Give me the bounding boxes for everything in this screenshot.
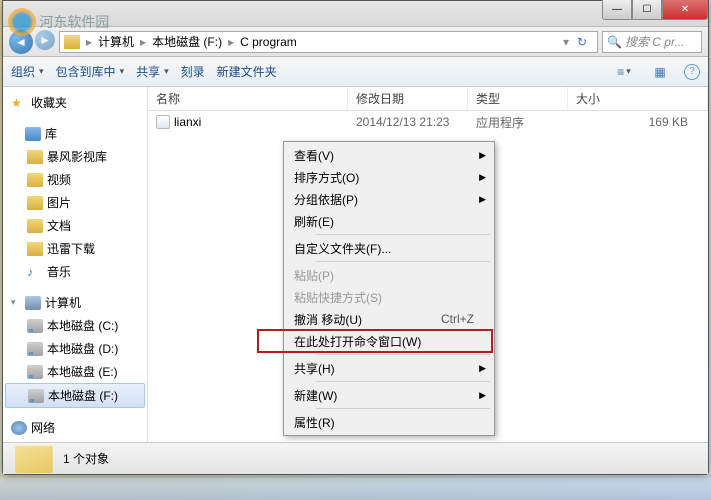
- cm-share[interactable]: 共享(H)▶: [258, 357, 492, 379]
- menu-separator: [316, 234, 490, 235]
- breadcrumb-separator: ▸: [138, 35, 148, 49]
- libraries-label: 库: [45, 125, 57, 142]
- computer-label: 计算机: [45, 294, 81, 311]
- drive-icon: [27, 319, 43, 333]
- sidebar-item-video[interactable]: 视频: [3, 168, 147, 191]
- cm-group[interactable]: 分组依据(P)▶: [258, 188, 492, 210]
- taskbar: [0, 478, 711, 500]
- cm-undo[interactable]: 撤消 移动(U)Ctrl+Z: [258, 308, 492, 330]
- share-button[interactable]: 共享: [136, 63, 169, 80]
- cm-refresh[interactable]: 刷新(E): [258, 210, 492, 232]
- submenu-arrow-icon: ▶: [479, 363, 486, 374]
- watermark-logo-icon: [8, 8, 36, 36]
- cm-view[interactable]: 查看(V)▶: [258, 144, 492, 166]
- sidebar-drive-f[interactable]: 本地磁盘 (F:): [5, 383, 145, 408]
- cm-paste-shortcut: 粘贴快捷方式(S): [258, 286, 492, 308]
- menu-separator: [316, 408, 490, 409]
- shortcut-text: Ctrl+Z: [441, 312, 474, 326]
- context-menu: 查看(V)▶ 排序方式(O)▶ 分组依据(P)▶ 刷新(E) 自定义文件夹(F)…: [283, 141, 495, 436]
- column-type[interactable]: 类型: [468, 87, 568, 110]
- watermark-text: 河东软件园: [39, 14, 109, 30]
- breadcrumb[interactable]: ▸ 计算机 ▸ 本地磁盘 (F:) ▸ C program ▾ ↻: [59, 31, 598, 53]
- library-icon: [25, 127, 41, 141]
- video-icon: [27, 173, 43, 187]
- sidebar-drive-e[interactable]: 本地磁盘 (E:): [3, 360, 147, 383]
- minimize-button[interactable]: —: [602, 0, 632, 20]
- pictures-icon: [27, 196, 43, 210]
- menu-separator: [316, 381, 490, 382]
- breadcrumb-segment[interactable]: 本地磁盘 (F:): [148, 33, 226, 50]
- drive-icon: [27, 342, 43, 356]
- favorites-header[interactable]: ★ 收藏夹: [3, 91, 147, 114]
- column-date[interactable]: 修改日期: [348, 87, 468, 110]
- new-folder-button[interactable]: 新建文件夹: [217, 63, 277, 80]
- file-name: lianxi: [174, 115, 201, 129]
- exe-icon: [156, 115, 170, 129]
- file-size: 169 KB: [568, 115, 708, 129]
- documents-icon: [27, 219, 43, 233]
- navigation-pane: ★ 收藏夹 库 暴风影视库 视频 图片 文档 迅雷下载 ♪音乐 ▾: [3, 87, 148, 442]
- music-icon: ♪: [27, 265, 43, 279]
- include-library-button[interactable]: 包含到库中: [56, 63, 125, 80]
- chevron-down-icon: ▾: [11, 297, 21, 308]
- folder-icon: [27, 150, 43, 164]
- cm-paste: 粘贴(P): [258, 264, 492, 286]
- submenu-arrow-icon: ▶: [479, 150, 486, 161]
- cm-customize[interactable]: 自定义文件夹(F)...: [258, 237, 492, 259]
- network-icon: [11, 421, 27, 435]
- help-button[interactable]: ?: [684, 64, 700, 80]
- submenu-arrow-icon: ▶: [479, 194, 486, 205]
- folder-large-icon: [15, 445, 53, 473]
- sidebar-item-documents[interactable]: 文档: [3, 214, 147, 237]
- sidebar-drive-c[interactable]: 本地磁盘 (C:): [3, 314, 147, 337]
- network-header[interactable]: 网络: [3, 416, 147, 439]
- status-count: 1 个对象: [63, 450, 109, 467]
- search-input[interactable]: 🔍 搜索 C pr...: [602, 31, 702, 53]
- sidebar-drive-d[interactable]: 本地磁盘 (D:): [3, 337, 147, 360]
- file-row[interactable]: lianxi 2014/12/13 21:23 应用程序 169 KB: [148, 111, 708, 133]
- status-bar: 1 个对象: [3, 442, 708, 474]
- organize-button[interactable]: 组织: [11, 63, 44, 80]
- search-icon: 🔍: [607, 35, 622, 49]
- download-icon: [27, 242, 43, 256]
- drive-icon: [28, 389, 44, 403]
- column-headers: 名称 修改日期 类型 大小: [148, 87, 708, 111]
- maximize-button[interactable]: ☐: [632, 0, 662, 20]
- file-date: 2014/12/13 21:23: [348, 115, 468, 129]
- sidebar-item-music[interactable]: ♪音乐: [3, 260, 147, 283]
- breadcrumb-separator: ▸: [226, 35, 236, 49]
- sidebar-item-xunlei[interactable]: 迅雷下载: [3, 237, 147, 260]
- libraries-header[interactable]: 库: [3, 122, 147, 145]
- cm-open-cmd[interactable]: 在此处打开命令窗口(W): [258, 330, 492, 352]
- submenu-arrow-icon: ▶: [479, 390, 486, 401]
- computer-icon: [25, 296, 41, 310]
- menu-separator: [316, 354, 490, 355]
- drive-icon: [27, 365, 43, 379]
- toolbar: 组织 包含到库中 共享 刻录 新建文件夹 ≡ ▦ ?: [3, 57, 708, 87]
- column-name[interactable]: 名称: [148, 87, 348, 110]
- preview-pane-button[interactable]: ▦: [648, 62, 672, 82]
- star-icon: ★: [11, 96, 27, 110]
- explorer-window: — ☐ ✕ ◄ ► ▸ 计算机 ▸ 本地磁盘 (F:) ▸ C program …: [2, 0, 709, 475]
- close-button[interactable]: ✕: [662, 0, 708, 20]
- breadcrumb-segment[interactable]: C program: [236, 35, 301, 49]
- cm-sort[interactable]: 排序方式(O)▶: [258, 166, 492, 188]
- cm-properties[interactable]: 属性(R): [258, 411, 492, 433]
- file-type: 应用程序: [468, 114, 568, 131]
- cm-new[interactable]: 新建(W)▶: [258, 384, 492, 406]
- column-size[interactable]: 大小: [568, 87, 708, 110]
- search-placeholder: 搜索 C pr...: [625, 33, 685, 50]
- sidebar-item-storm[interactable]: 暴风影视库: [3, 145, 147, 168]
- view-mode-button[interactable]: ≡: [612, 62, 636, 82]
- burn-button[interactable]: 刻录: [181, 63, 205, 80]
- watermark: 河东软件园: [8, 8, 128, 38]
- favorites-label: 收藏夹: [31, 94, 67, 111]
- refresh-button[interactable]: ↻: [571, 35, 593, 49]
- sidebar-item-pictures[interactable]: 图片: [3, 191, 147, 214]
- menu-separator: [316, 261, 490, 262]
- submenu-arrow-icon: ▶: [479, 172, 486, 183]
- network-label: 网络: [31, 419, 55, 436]
- computer-header[interactable]: ▾ 计算机: [3, 291, 147, 314]
